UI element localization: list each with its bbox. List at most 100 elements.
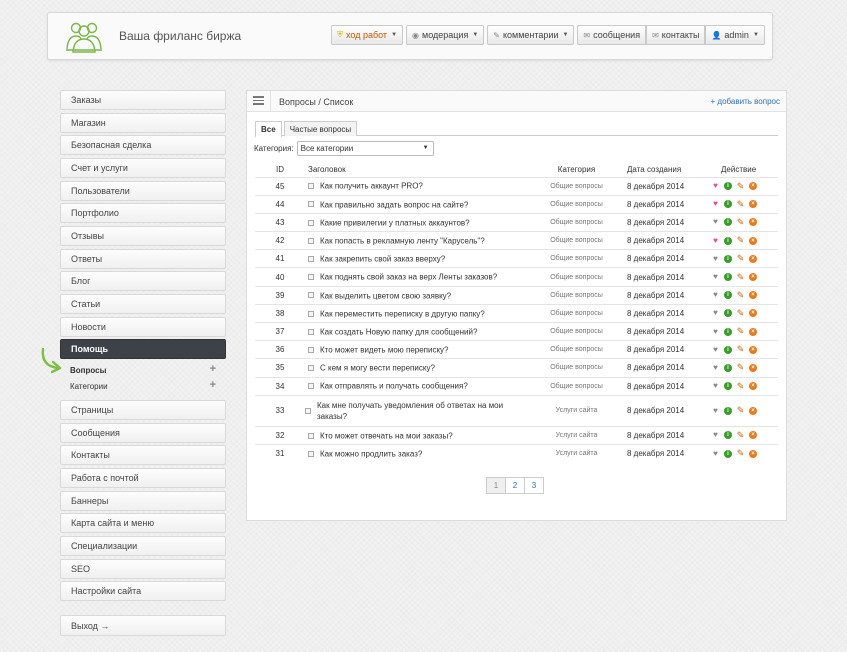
info-icon[interactable]: i (724, 327, 732, 336)
nav-moderation-button[interactable]: ◉ модерация ▼ (406, 25, 485, 45)
row-checkbox[interactable] (308, 201, 314, 208)
page-3[interactable]: 3 (524, 477, 544, 494)
delete-icon[interactable]: × (749, 327, 757, 336)
delete-icon[interactable]: × (749, 291, 757, 300)
edit-icon[interactable]: ✎ (736, 236, 745, 245)
delete-icon[interactable]: × (749, 182, 757, 191)
heart-icon[interactable]: ♥ (711, 291, 720, 300)
sidebar-item-specializations[interactable]: Специализации (60, 536, 226, 557)
page-2[interactable]: 2 (505, 477, 525, 494)
info-icon[interactable]: i (724, 182, 732, 191)
info-icon[interactable]: i (724, 254, 732, 263)
edit-icon[interactable]: ✎ (736, 327, 745, 336)
row-title-link[interactable]: Какие привилегии у платных аккаунтов? (320, 218, 470, 227)
heart-icon[interactable]: ♥ (711, 254, 720, 263)
delete-icon[interactable]: × (749, 363, 757, 372)
sidebar-item-orders[interactable]: Заказы (60, 90, 226, 110)
info-icon[interactable]: i (724, 406, 732, 415)
edit-icon[interactable]: ✎ (736, 449, 745, 458)
sidebar-subitem-questions[interactable]: Вопросы + (60, 362, 226, 378)
edit-icon[interactable]: ✎ (736, 430, 745, 440)
row-title-link[interactable]: С кем я могу вести переписку? (320, 364, 435, 373)
tab-frequent[interactable]: Частые вопросы (283, 121, 358, 136)
row-title-link[interactable]: Как поднять свой заказ на верх Ленты зак… (320, 273, 497, 282)
row-checkbox[interactable] (308, 346, 314, 353)
heart-icon[interactable]: ♥ (711, 406, 720, 415)
info-icon[interactable]: i (724, 236, 732, 245)
heart-icon[interactable]: ♥ (711, 309, 720, 318)
edit-icon[interactable]: ✎ (736, 290, 745, 300)
row-checkbox[interactable] (308, 432, 314, 439)
edit-icon[interactable]: ✎ (736, 217, 745, 227)
sidebar-item-mail[interactable]: Работа с почтой (60, 468, 226, 489)
row-checkbox[interactable] (308, 219, 314, 226)
sidebar-item-safe-deal[interactable]: Безопасная сделка (60, 135, 226, 156)
sidebar-item-portfolio[interactable]: Портфолио (60, 203, 226, 224)
heart-icon[interactable]: ♥ (711, 200, 720, 209)
add-question-link[interactable]: + добавить вопрос (711, 97, 780, 106)
row-title-link[interactable]: Как переместить переписку в другую папку… (320, 309, 485, 318)
heart-icon[interactable]: ♥ (711, 273, 720, 282)
row-title-link[interactable]: Как получить аккаунт PRO? (320, 182, 423, 191)
row-title-link[interactable]: Кто может видеть мою переписку? (320, 345, 449, 354)
heart-icon[interactable]: ♥ (711, 218, 720, 227)
edit-icon[interactable]: ✎ (736, 308, 745, 318)
edit-icon[interactable]: ✎ (736, 406, 745, 415)
info-icon[interactable]: i (724, 363, 732, 372)
row-checkbox[interactable] (308, 274, 314, 281)
col-date[interactable]: Дата создания (619, 162, 703, 177)
edit-icon[interactable]: ✎ (736, 181, 745, 191)
category-select[interactable]: Все категории ▼ (296, 141, 434, 156)
info-icon[interactable]: i (724, 273, 732, 282)
delete-icon[interactable]: × (749, 236, 757, 245)
row-title-link[interactable]: Кто может отвечать на мои заказы? (320, 431, 453, 440)
sidebar-item-users[interactable]: Пользователи (60, 180, 226, 201)
row-checkbox[interactable] (308, 310, 314, 317)
row-checkbox[interactable] (308, 328, 314, 335)
heart-icon[interactable]: ♥ (711, 449, 720, 458)
sidebar-item-reviews[interactable]: Отзывы (60, 226, 226, 247)
plus-icon[interactable]: + (210, 379, 216, 391)
heart-icon[interactable]: ♥ (711, 345, 720, 354)
delete-icon[interactable]: × (749, 200, 757, 209)
info-icon[interactable]: i (724, 345, 732, 354)
sidebar-item-seo[interactable]: SEO (60, 558, 226, 579)
edit-icon[interactable]: ✎ (736, 199, 745, 209)
row-checkbox[interactable] (308, 383, 314, 390)
nav-admin-button[interactable]: 👤 admin ▼ (705, 25, 765, 45)
heart-icon[interactable]: ♥ (711, 363, 720, 372)
row-title-link[interactable]: Как отправлять и получать сообщения? (320, 382, 468, 391)
plus-icon[interactable]: + (210, 363, 216, 375)
hamburger-menu-icon[interactable] (253, 96, 264, 107)
info-icon[interactable]: i (724, 218, 732, 227)
sidebar-item-banners[interactable]: Баннеры (60, 490, 226, 511)
col-id[interactable]: ID (255, 162, 305, 177)
sidebar-item-sitemap[interactable]: Карта сайта и меню (60, 513, 226, 534)
info-icon[interactable]: i (724, 449, 732, 458)
heart-icon[interactable]: ♥ (711, 382, 720, 391)
sidebar-item-shop[interactable]: Магазин (60, 112, 226, 133)
col-title[interactable]: Заголовок (305, 162, 534, 177)
delete-icon[interactable]: × (749, 431, 757, 440)
sidebar-item-pages[interactable]: Страницы (60, 400, 226, 421)
info-icon[interactable]: i (724, 291, 732, 300)
row-title-link[interactable]: Как закрепить свой заказ вверху? (320, 255, 445, 264)
row-checkbox[interactable] (308, 237, 314, 244)
nav-messages-button[interactable]: ✉ сообщения (577, 25, 647, 45)
sidebar-item-news[interactable]: Новости (60, 316, 226, 337)
edit-icon[interactable]: ✎ (736, 254, 745, 263)
heart-icon[interactable]: ♥ (711, 431, 720, 440)
sidebar-item-settings[interactable]: Настройки сайта (60, 581, 226, 602)
delete-icon[interactable]: × (749, 309, 757, 318)
edit-icon[interactable]: ✎ (736, 272, 745, 282)
delete-icon[interactable]: × (749, 406, 757, 415)
heart-icon[interactable]: ♥ (711, 236, 720, 245)
nav-progress-button[interactable]: ⛨ ход работ ▼ (331, 25, 404, 45)
row-checkbox[interactable] (308, 183, 314, 190)
sidebar-item-help[interactable]: Помощь (60, 339, 226, 360)
logo-people-icon[interactable] (64, 19, 104, 55)
row-title-link[interactable]: Как мне получать уведомления об ответах … (317, 400, 507, 422)
row-title-link[interactable]: Как выделить цветом свою заявку? (320, 291, 451, 300)
delete-icon[interactable]: × (749, 218, 757, 227)
edit-icon[interactable]: ✎ (736, 345, 745, 354)
